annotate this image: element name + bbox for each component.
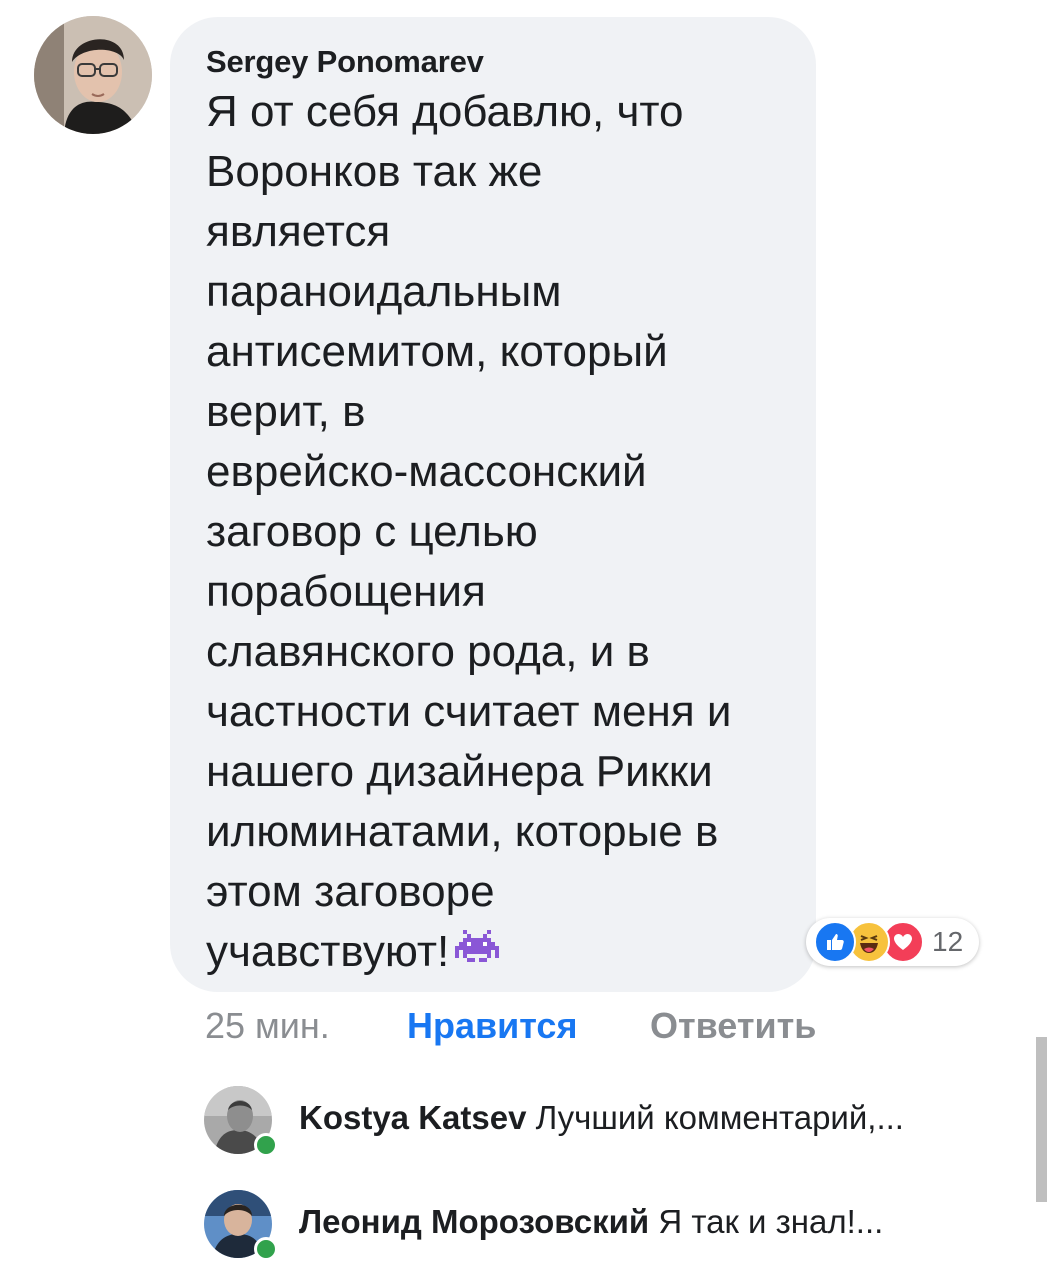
comment-line: параноидальным [206, 267, 562, 316]
author-avatar[interactable] [34, 16, 152, 134]
comment-line: Я от себя добавлю, что [206, 87, 684, 136]
online-status-dot [254, 1133, 278, 1157]
comment-line: илюминатами, которые в [206, 807, 719, 856]
comment-line: Воронков так же [206, 147, 543, 196]
alien-monster-icon [455, 926, 500, 986]
comment-actions: 25 мин. Нравится Ответить [205, 1004, 816, 1048]
comment-line: этом заговоре [206, 867, 495, 916]
comment-text: Я от себя добавлю, что Воронков так же я… [206, 82, 792, 986]
reply-text: Лучший комментарий,... [535, 1099, 904, 1136]
online-status-dot [254, 1237, 278, 1261]
comment-bubble: Sergey Ponomarev Я от себя добавлю, что … [170, 17, 816, 992]
comment-line: еврейско-массонский [206, 447, 647, 496]
comment-last-line: учавствуют! [206, 922, 792, 986]
comment-line: славянского рода, и в [206, 627, 650, 676]
comment-timestamp[interactable]: 25 мин. [205, 1005, 330, 1046]
reply-author-name[interactable]: Kostya Katsev [299, 1099, 526, 1136]
like-icon [814, 921, 856, 963]
reply-author-name[interactable]: Леонид Морозовский [299, 1203, 649, 1240]
reply-text: Я так и знал!... [658, 1203, 884, 1240]
comment-line: заговор с целью [206, 507, 538, 556]
reaction-count: 12 [932, 926, 964, 957]
comment-thread: Sergey Ponomarev Я от себя добавлю, что … [0, 0, 1048, 1280]
reply-item[interactable]: Леонид Морозовский Я так и знал!... [204, 1190, 1004, 1262]
reply-item[interactable]: Kostya Katsev Лучший комментарий,... [204, 1086, 1004, 1158]
reply-content: Леонид Морозовский Я так и знал!... [299, 1200, 883, 1244]
like-button[interactable]: Нравится [407, 1004, 577, 1048]
scrollbar[interactable] [1036, 1037, 1047, 1202]
comment-author-name[interactable]: Sergey Ponomarev [206, 43, 792, 81]
comment-line: верит, в [206, 387, 366, 436]
reply-content: Kostya Katsev Лучший комментарий,... [299, 1096, 904, 1140]
comment-line: антисемитом, который [206, 327, 668, 376]
comment-line: является [206, 207, 391, 256]
comment-line-text: учавствуют! [206, 927, 450, 976]
reply-button[interactable]: Ответить [650, 1004, 816, 1048]
comment-line: частности считает меня и [206, 687, 732, 736]
comment-line: порабощения [206, 567, 486, 616]
reactions-summary[interactable]: 12 [806, 918, 980, 966]
comment-line: нашего дизайнера Рикки [206, 747, 713, 796]
